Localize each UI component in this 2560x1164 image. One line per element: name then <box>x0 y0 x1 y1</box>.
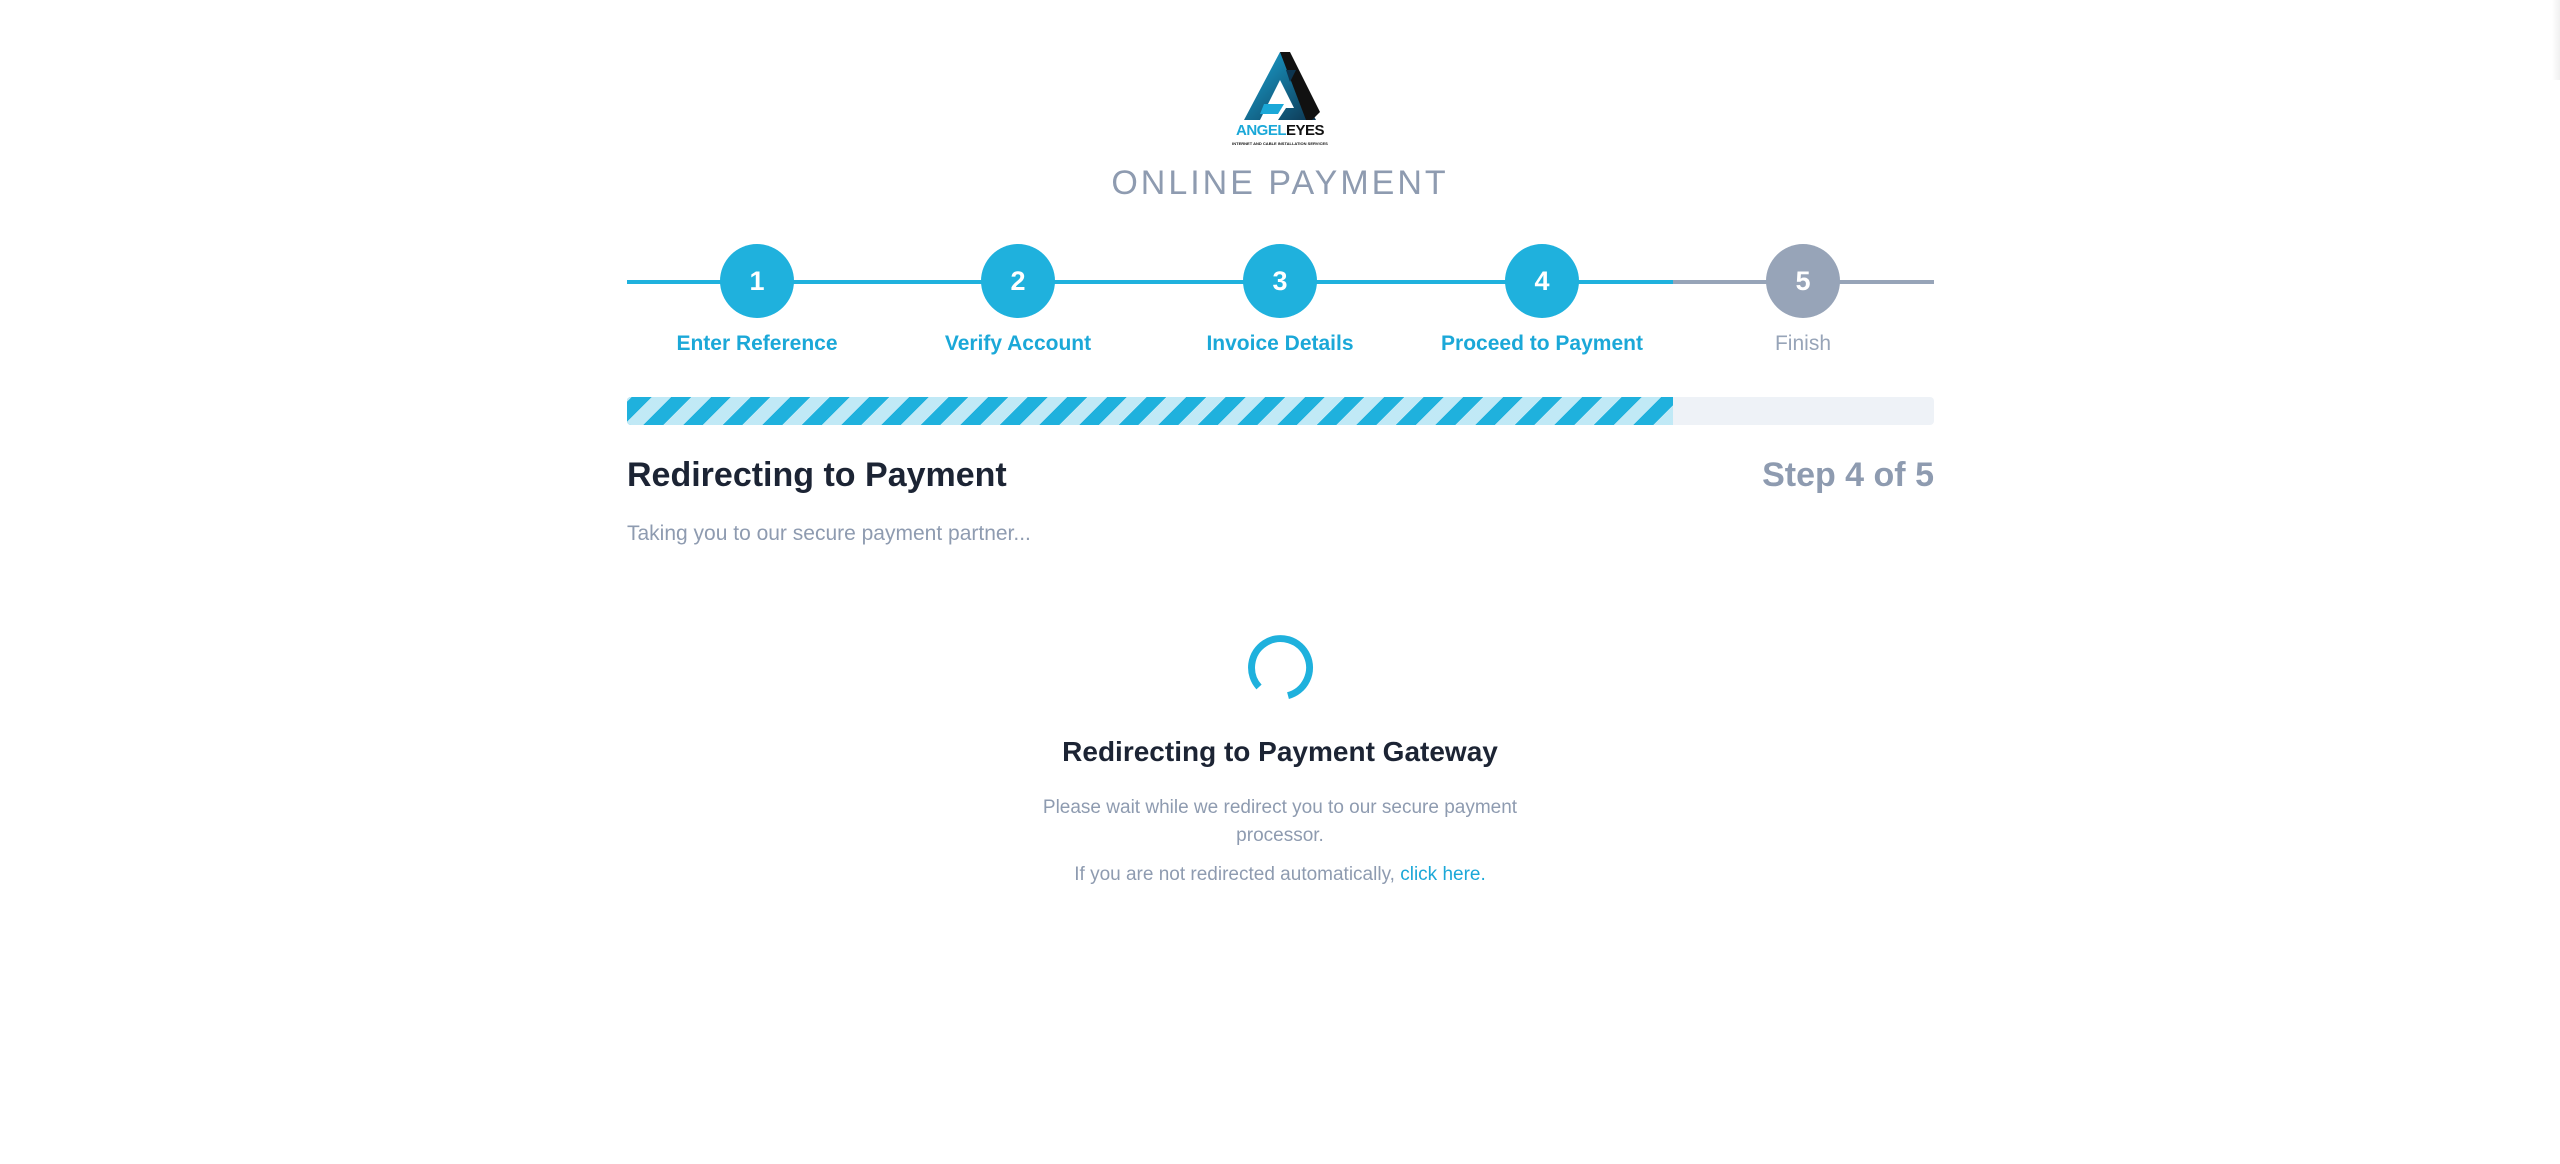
progress-bar-fill <box>627 397 1673 425</box>
step-enter-reference: 1 Enter Reference <box>626 244 888 356</box>
redirect-message: Please wait while we redirect you to our… <box>1042 797 1518 846</box>
step-label: Verify Account <box>944 332 1092 355</box>
page-title: ONLINE PAYMENT <box>1111 164 1449 202</box>
progress-stepper: 1 Enter Reference 2 Verify Account 3 Inv… <box>627 244 1934 364</box>
progress-bar <box>627 397 1934 425</box>
page-edge-shadow <box>2552 0 2560 80</box>
step-number-badge: 5 <box>1766 244 1840 318</box>
step-label: Enter Reference <box>676 332 838 355</box>
step-proceed-to-payment: 4 Proceed to Payment <box>1411 244 1673 356</box>
step-number-badge: 1 <box>720 244 794 318</box>
step-label: Finish <box>1774 332 1832 355</box>
section-subtitle: Taking you to our secure payment partner… <box>627 522 1031 545</box>
redirect-fallback-text: If you are not redirected automatically, <box>1074 864 1401 885</box>
step-finish: 5 Finish <box>1672 244 1934 356</box>
step-verify-account: 2 Verify Account <box>887 244 1149 356</box>
redirect-title: Redirecting to Payment Gateway <box>1062 736 1498 767</box>
step-invoice-details: 3 Invoice Details <box>1149 244 1411 356</box>
step-label: Invoice Details <box>1206 332 1354 355</box>
click-here-link[interactable]: click here. <box>1400 864 1486 885</box>
payment-page: ANGELEYES INTERNET AND CABLE INSTALLATIO… <box>0 0 2560 1164</box>
redirect-fallback: If you are not redirected automatically,… <box>0 864 2560 886</box>
step-number-badge: 2 <box>981 244 1055 318</box>
step-counter: Step 4 of 5 <box>1762 456 1934 494</box>
logo-mark-icon <box>1244 52 1320 120</box>
step-label: Proceed to Payment <box>1441 332 1643 355</box>
section-title: Redirecting to Payment <box>627 456 1007 494</box>
loading-spinner-icon <box>1246 633 1314 701</box>
logo-tagline: INTERNET AND CABLE INSTALLATION SERVICES <box>1232 141 1328 146</box>
angeleyes-logo: ANGELEYES INTERNET AND CABLE INSTALLATIO… <box>1220 48 1340 152</box>
step-number-badge: 4 <box>1505 244 1579 318</box>
logo-wordmark: ANGELEYES <box>1235 122 1325 139</box>
step-number-badge: 3 <box>1243 244 1317 318</box>
